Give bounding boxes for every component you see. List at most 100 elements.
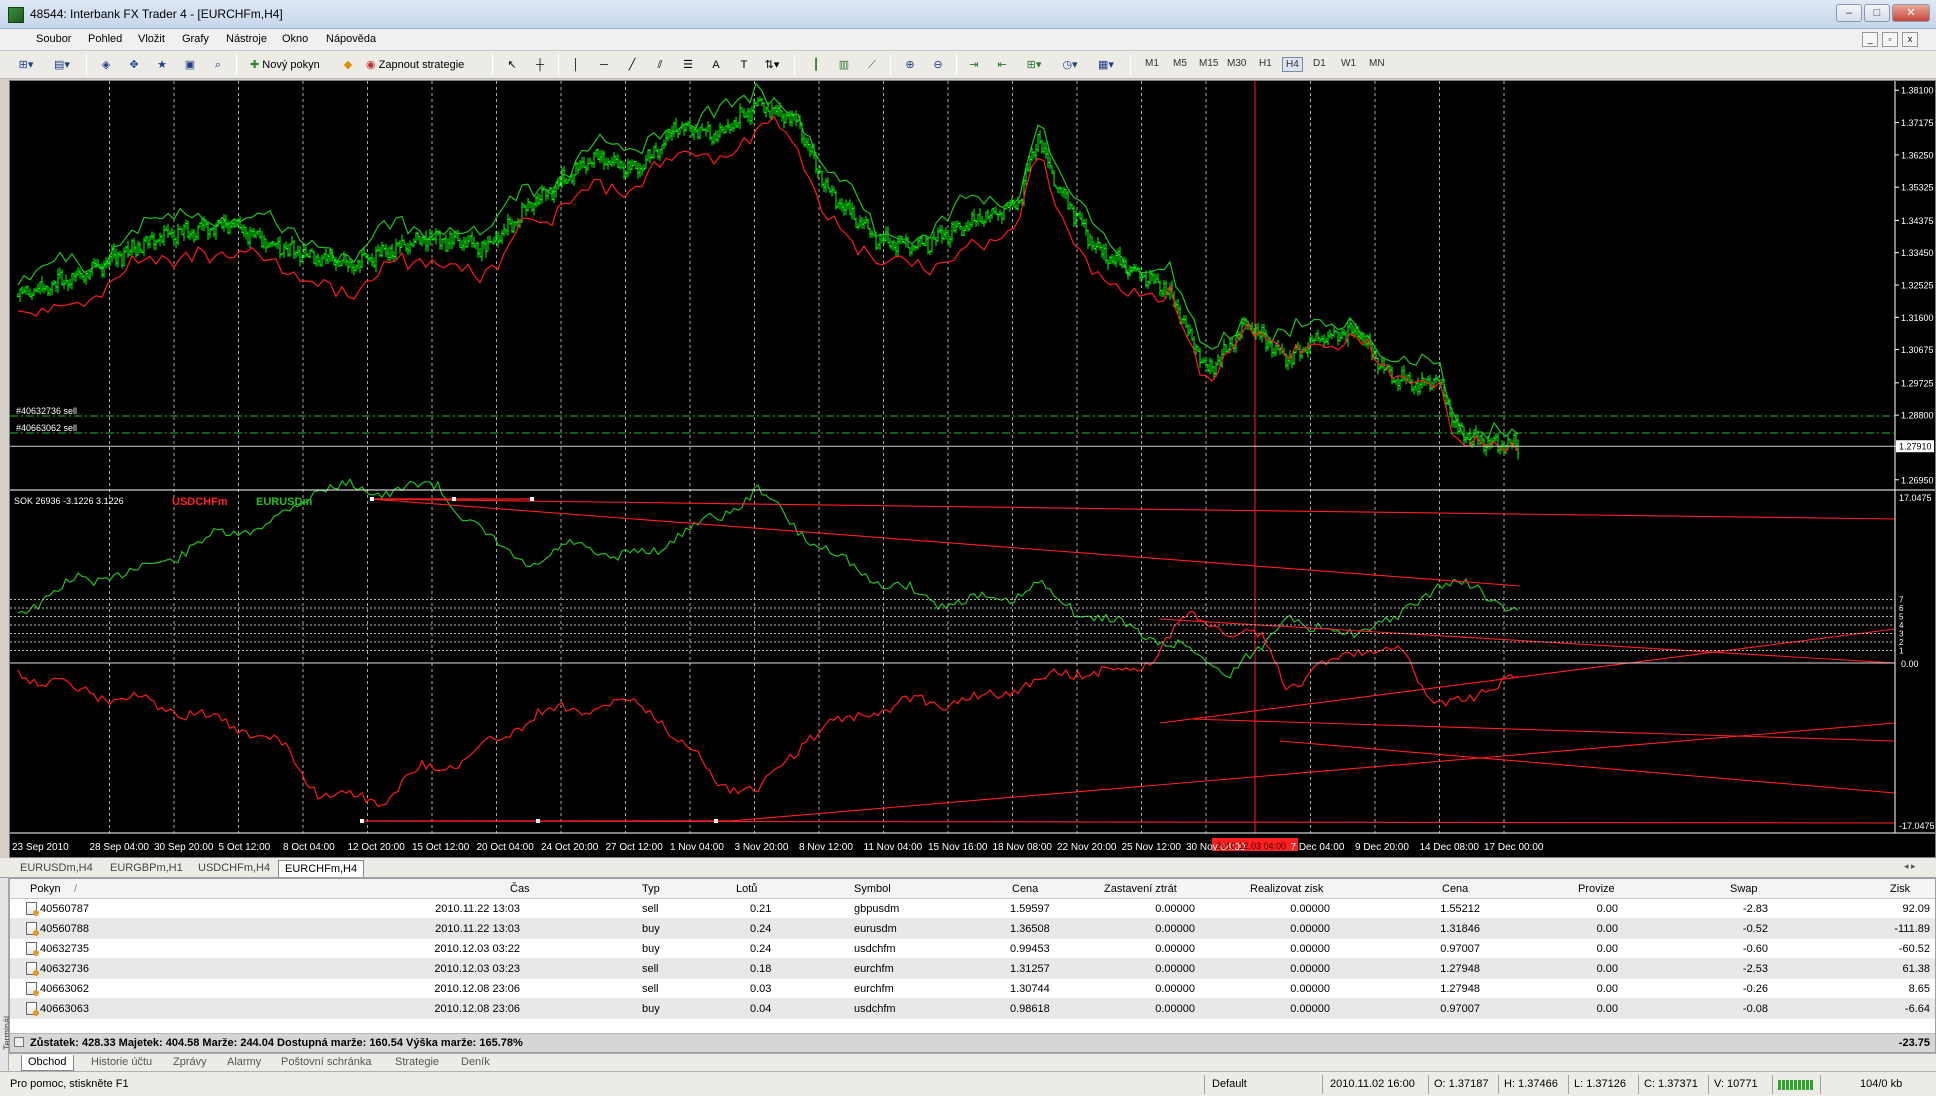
horizontal-line-icon[interactable]: ─: [594, 55, 614, 75]
chart-tab-usdchfm[interactable]: USDCHFm,H4: [192, 860, 276, 877]
cell-profit: -6.64: [1904, 1003, 1930, 1015]
bar-chart-icon[interactable]: ┃: [806, 55, 826, 75]
new-order-button[interactable]: ✚ Nový pokyn: [246, 55, 324, 75]
indicators-icon[interactable]: ⊞▾: [1024, 55, 1044, 75]
menu-napoveda[interactable]: Nápověda: [326, 33, 376, 45]
navigator-icon[interactable]: ✥: [124, 55, 144, 75]
status-high: H: 1.37466: [1504, 1078, 1558, 1090]
col-typ[interactable]: Typ: [642, 883, 660, 895]
col-realizovat-zisk[interactable]: Realizovat zisk: [1250, 883, 1323, 895]
menu-soubor[interactable]: Soubor: [36, 33, 71, 45]
metaeditor-icon[interactable]: ◆: [338, 55, 358, 75]
cell-type: buy: [642, 923, 660, 935]
channel-icon[interactable]: ⫽: [650, 55, 670, 75]
timeframe-m30[interactable]: M30: [1224, 57, 1249, 70]
col-cas[interactable]: Čas: [510, 883, 530, 895]
tab-strategie[interactable]: Strategie: [389, 1055, 445, 1071]
terminal-icon[interactable]: ▣: [180, 55, 200, 75]
col-zastaveni-ztrat[interactable]: Zastavení ztrát: [1104, 883, 1177, 895]
vertical-line-icon[interactable]: │: [566, 55, 586, 75]
profiles-icon[interactable]: ▤▾: [52, 55, 72, 75]
timeframe-d1[interactable]: D1: [1310, 57, 1329, 70]
chart-canvas[interactable]: 23 Sep 2010 28 Sep 04:00 30 Sep 20:00 5 Oct…: [10, 81, 1935, 857]
chart-shift-icon[interactable]: ⇤: [992, 55, 1012, 75]
tab-historie-uctu[interactable]: Historie účtu: [85, 1055, 158, 1071]
minimize-button[interactable]: –: [1836, 4, 1862, 22]
price-label: 1.26950: [1901, 475, 1934, 485]
close-button[interactable]: ✕: [1892, 4, 1930, 22]
trend-anchor: [714, 819, 718, 823]
col-swap[interactable]: Swap: [1730, 883, 1758, 895]
price-chart[interactable]: 23 Sep 2010 28 Sep 04:00 30 Sep 20:00 5 Oct…: [9, 80, 1936, 858]
time-label: 7 Dec 04:00: [1291, 842, 1345, 853]
cell-time: 2010.12.03 03:22: [434, 943, 520, 955]
fibonacci-icon[interactable]: ☰: [678, 55, 698, 75]
templates-icon[interactable]: ▦▾: [1096, 55, 1116, 75]
order-row[interactable]: 40663063 2010.12.08 23:06 buy 0.04 usdchfm 0.…: [10, 999, 1935, 1019]
timeframe-m1[interactable]: M1: [1142, 57, 1162, 70]
timeframe-h4[interactable]: H4: [1282, 57, 1303, 72]
zoom-in-icon[interactable]: ⊕: [900, 55, 920, 75]
trendline-icon[interactable]: ╱: [622, 55, 642, 75]
tab-alarmy[interactable]: Alarmy: [221, 1055, 267, 1071]
menu-nastroje[interactable]: Nástroje: [226, 33, 267, 45]
timeframe-mn[interactable]: MN: [1366, 57, 1388, 70]
mdi-minimize-button[interactable]: _: [1862, 32, 1878, 47]
cell-swap: -2.53: [1742, 963, 1768, 975]
chart-tab-eurusdm[interactable]: EURUSDm,H4: [14, 860, 99, 877]
cell-take-profit: 0.00000: [1290, 963, 1330, 975]
menu-okno[interactable]: Okno: [282, 33, 308, 45]
col-zisk[interactable]: Zisk: [1890, 883, 1910, 895]
menu-vlozit[interactable]: Vložit: [138, 33, 165, 45]
status-profile[interactable]: Default: [1212, 1078, 1247, 1090]
arrows-icon[interactable]: ⇅▾: [762, 55, 782, 75]
crosshair-icon[interactable]: ┼: [530, 55, 550, 75]
col-cena[interactable]: Cena: [1012, 883, 1038, 895]
tab-obchod[interactable]: Obchod: [21, 1055, 74, 1071]
order-row[interactable]: 40632736 2010.12.03 03:23 sell 0.18 eurchfm 1…: [10, 959, 1935, 979]
timeframe-m5[interactable]: M5: [1170, 57, 1190, 70]
mdi-restore-button[interactable]: ▫: [1882, 32, 1898, 47]
maximize-button[interactable]: □: [1864, 4, 1890, 22]
time-label: 25 Nov 12:00: [1122, 842, 1182, 853]
col-provize[interactable]: Provize: [1578, 883, 1615, 895]
favorites-icon[interactable]: ★: [152, 55, 172, 75]
price-label: 1.37175: [1901, 118, 1934, 128]
autoscroll-icon[interactable]: ⇥: [964, 55, 984, 75]
market-watch-icon[interactable]: ◈: [96, 55, 116, 75]
candles-icon[interactable]: ▥: [834, 55, 854, 75]
order-row[interactable]: 40663062 2010.12.08 23:06 sell 0.03 eurchfm 1…: [10, 979, 1935, 999]
tab-zpravy[interactable]: Zprávy: [167, 1055, 213, 1071]
col-pokyn[interactable]: Pokyn: [30, 883, 61, 895]
periods-icon[interactable]: ◷▾: [1060, 55, 1080, 75]
order-row[interactable]: 40560788 2010.11.22 13:03 buy 0.24 eurusdm 1.…: [10, 919, 1935, 939]
order-row[interactable]: 40560787 2010.11.22 13:03 sell 0.21 gbpusdm 1…: [10, 899, 1935, 919]
timeframe-h1[interactable]: H1: [1256, 57, 1275, 70]
strategies-button[interactable]: ◉ Zapnout strategie: [362, 55, 468, 75]
col-lotu[interactable]: Lotů: [736, 883, 757, 895]
cursor-icon[interactable]: ↖: [502, 55, 522, 75]
line-chart-icon[interactable]: ⟋: [862, 55, 882, 75]
col-cena-current[interactable]: Cena: [1442, 883, 1468, 895]
col-symbol[interactable]: Symbol: [854, 883, 891, 895]
zoom-out-icon[interactable]: ⊖: [928, 55, 948, 75]
menu-grafy[interactable]: Grafy: [182, 33, 209, 45]
tester-icon[interactable]: ⌕: [208, 55, 228, 75]
label-icon[interactable]: T: [734, 55, 754, 75]
mdi-close-button[interactable]: x: [1902, 32, 1918, 47]
tab-scroll-arrows[interactable]: ◂ ▸: [1904, 861, 1916, 872]
tab-denik[interactable]: Deník: [455, 1055, 496, 1071]
status-volume: V: 10771: [1714, 1078, 1758, 1090]
text-icon[interactable]: A: [706, 55, 726, 75]
chart-tab-eurgbpm[interactable]: EURGBPm,H1: [104, 860, 189, 877]
timeframe-m15[interactable]: M15: [1196, 57, 1221, 70]
timeframe-w1[interactable]: W1: [1338, 57, 1359, 70]
chart-tab-eurchfm[interactable]: EURCHFm,H4: [278, 860, 365, 877]
cell-take-profit: 0.00000: [1290, 1003, 1330, 1015]
new-chart-icon[interactable]: ⊞▾: [16, 55, 36, 75]
order-row[interactable]: 40632735 2010.12.03 03:22 buy 0.24 usdchfm 0.…: [10, 939, 1935, 959]
tab-postovni-schranka[interactable]: Poštovní schránka: [275, 1055, 378, 1071]
menu-pohled[interactable]: Pohled: [88, 33, 122, 45]
cell-current-price: 0.97007: [1440, 1003, 1480, 1015]
order-icon: [26, 922, 39, 936]
